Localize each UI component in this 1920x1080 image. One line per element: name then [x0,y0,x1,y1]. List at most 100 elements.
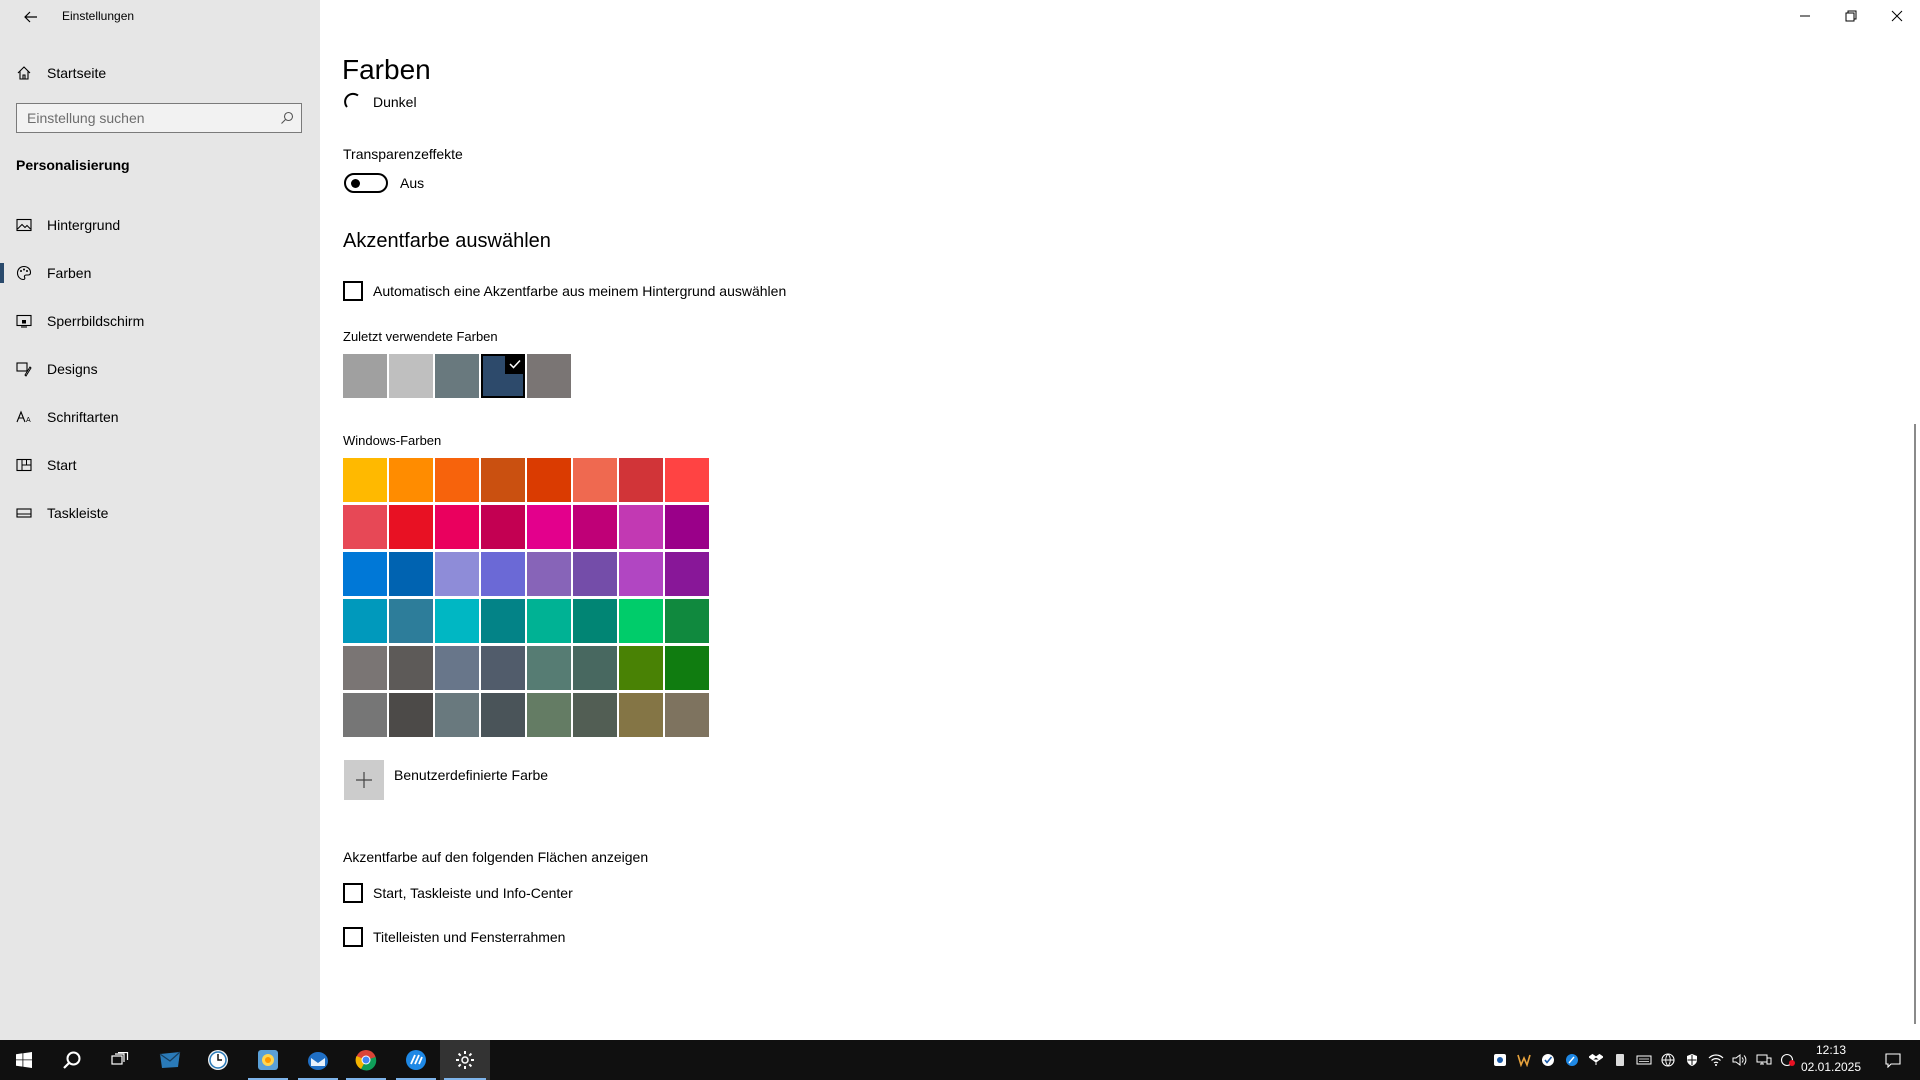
sidebar-item-farben[interactable]: Farben [0,253,320,293]
windows-color-swatch[interactable] [343,693,387,737]
windows-color-swatch[interactable] [481,599,525,643]
recent-color-swatch[interactable] [435,354,479,398]
windows-color-swatch[interactable] [527,599,571,643]
sidebar-item-taskleiste[interactable]: Taskleiste [0,493,320,533]
windows-color-swatch[interactable] [619,552,663,596]
sidebar-item-schriftarten[interactable]: A Schriftarten [0,397,320,437]
windows-color-swatch[interactable] [527,458,571,502]
auto-accent-checkbox[interactable]: Automatisch eine Akzentfarbe aus meinem … [343,281,786,301]
taskbar-app-photos[interactable] [244,1040,292,1080]
windows-color-swatch[interactable] [527,552,571,596]
sidebar-item-designs[interactable]: Designs [0,349,320,389]
windows-color-swatch[interactable] [389,505,433,549]
windows-color-swatch[interactable] [389,458,433,502]
recent-color-swatch[interactable] [481,354,525,398]
windows-color-swatch[interactable] [481,458,525,502]
action-center-button[interactable] [1870,1040,1916,1080]
windows-color-swatch[interactable] [665,458,709,502]
nav-home[interactable]: Startseite [0,53,320,93]
checkbox-box[interactable] [343,281,363,301]
back-button[interactable] [14,6,48,28]
checkbox-box[interactable] [343,883,363,903]
shield-icon[interactable] [1488,1040,1512,1080]
windows-color-swatch[interactable] [665,599,709,643]
restore-button[interactable] [1828,0,1874,32]
taskbar-clock[interactable]: 12:13 02.01.2025 [1796,1042,1866,1078]
surface-start-checkbox[interactable]: Start, Taskleiste und Info-Center [343,883,573,903]
start-button[interactable] [0,1040,48,1080]
settings-search-input[interactable]: Einstellung suchen [16,103,302,133]
windows-color-swatch[interactable] [481,693,525,737]
transparency-toggle[interactable] [344,173,388,193]
feather-icon[interactable] [1560,1040,1584,1080]
taskbar-app-thunderbird[interactable] [294,1040,342,1080]
windows-color-swatch[interactable] [619,599,663,643]
windows-color-swatch[interactable] [435,552,479,596]
recent-color-swatch[interactable] [527,354,571,398]
task-view-button[interactable] [96,1040,144,1080]
windows-color-swatch[interactable] [435,693,479,737]
windows-color-swatch[interactable] [343,505,387,549]
globe-icon[interactable] [1656,1040,1680,1080]
windows-color-swatch[interactable] [573,599,617,643]
windows-color-swatch[interactable] [665,505,709,549]
windows-color-swatch[interactable] [619,458,663,502]
windows-color-swatch[interactable] [665,693,709,737]
windows-color-swatch[interactable] [481,646,525,690]
close-button[interactable] [1874,0,1920,32]
volume-icon[interactable] [1728,1040,1752,1080]
windows-color-swatch[interactable] [573,505,617,549]
keyboard-icon[interactable] [1632,1040,1656,1080]
taskbar-app-mail[interactable] [146,1040,194,1080]
taskbar-app-writer[interactable] [392,1040,440,1080]
windows-color-swatch[interactable] [481,552,525,596]
recent-color-swatch[interactable] [343,354,387,398]
wifi-icon[interactable] [1704,1040,1728,1080]
surface-titlebar-checkbox[interactable]: Titelleisten und Fensterrahmen [343,927,565,947]
windows-color-swatch[interactable] [389,693,433,737]
taskbar-app-settings[interactable] [440,1040,490,1080]
sidebar-item-hintergrund[interactable]: Hintergrund [0,205,320,245]
windows-color-swatch[interactable] [435,646,479,690]
windows-color-swatch[interactable] [619,693,663,737]
windows-color-swatch[interactable] [665,646,709,690]
windows-color-swatch[interactable] [527,646,571,690]
windows-color-swatch[interactable] [527,505,571,549]
windows-color-swatch[interactable] [343,599,387,643]
custom-color-button[interactable]: Benutzerdefinierte Farbe [344,760,548,800]
scrollbar[interactable] [1914,424,1916,1024]
check-icon[interactable] [1536,1040,1560,1080]
defender-icon[interactable] [1680,1040,1704,1080]
sidebar-item-sperrbildschirm[interactable]: Sperrbildschirm [0,301,320,341]
search-icon[interactable] [273,111,301,125]
minimize-button[interactable] [1782,0,1828,32]
mode-dark-radio[interactable]: Dunkel [343,92,417,112]
w-app-icon[interactable] [1512,1040,1536,1080]
dropbox-icon[interactable] [1584,1040,1608,1080]
windows-color-swatch[interactable] [573,693,617,737]
windows-color-swatch[interactable] [435,505,479,549]
windows-color-swatch[interactable] [527,693,571,737]
windows-color-swatch[interactable] [619,505,663,549]
windows-color-swatch[interactable] [389,599,433,643]
network-icon[interactable] [1752,1040,1776,1080]
windows-color-swatch[interactable] [665,552,709,596]
search-button[interactable] [48,1040,96,1080]
windows-color-swatch[interactable] [481,505,525,549]
windows-color-swatch[interactable] [389,646,433,690]
windows-color-swatch[interactable] [619,646,663,690]
usb-icon[interactable] [1608,1040,1632,1080]
windows-color-swatch[interactable] [389,552,433,596]
sidebar-item-start[interactable]: Start [0,445,320,485]
checkbox-box[interactable] [343,927,363,947]
windows-color-swatch[interactable] [435,599,479,643]
recent-color-swatch[interactable] [389,354,433,398]
windows-color-swatch[interactable] [343,552,387,596]
windows-color-swatch[interactable] [573,552,617,596]
windows-color-swatch[interactable] [343,458,387,502]
windows-color-swatch[interactable] [573,458,617,502]
windows-color-swatch[interactable] [343,646,387,690]
windows-color-swatch[interactable] [435,458,479,502]
windows-color-swatch[interactable] [573,646,617,690]
taskbar-app-chrome[interactable] [342,1040,390,1080]
